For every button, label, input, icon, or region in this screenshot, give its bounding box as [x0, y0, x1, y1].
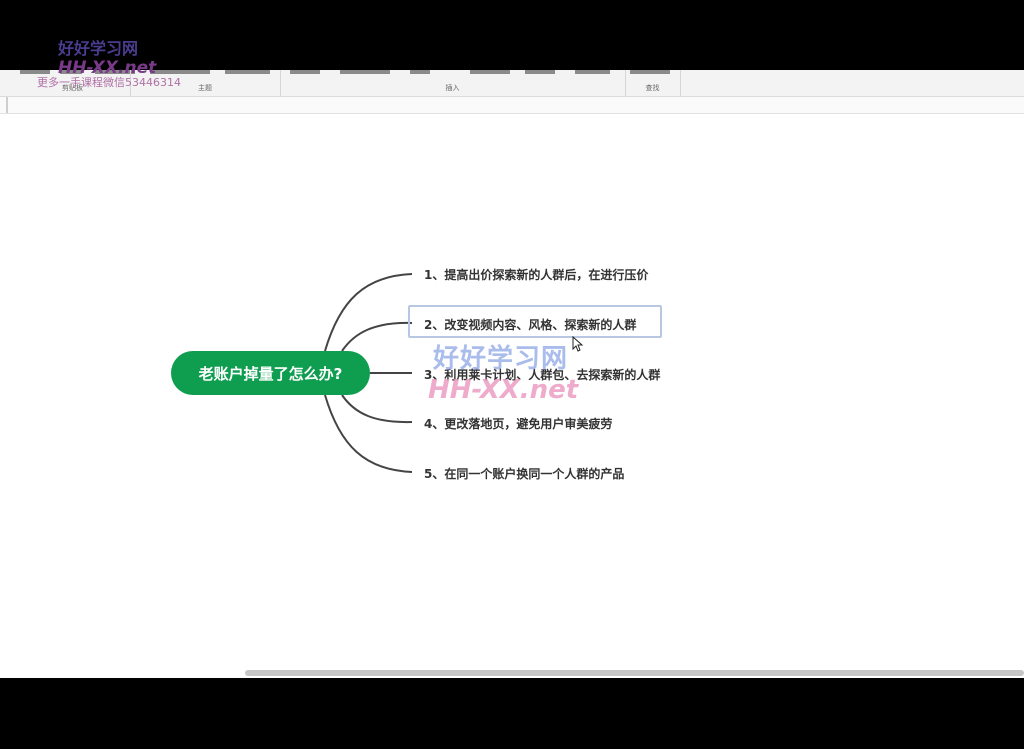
root-topic[interactable]: 老账户掉量了怎么办? [171, 351, 370, 395]
branch-topic-2[interactable]: 2、改变视频内容、风格、探索新的人群 [424, 316, 636, 333]
watermark-center: 好好学习网 HH-XX.net [428, 338, 578, 405]
connector-branch-1 [324, 273, 413, 352]
connector-branch-5 [324, 394, 413, 473]
mouse-pointer-icon [572, 336, 584, 352]
branch-topic-4[interactable]: 4、更改落地页，避免用户审美疲劳 [424, 415, 612, 432]
connector-branch-2 [341, 321, 413, 352]
watermark-center-cn: 好好学习网 [433, 344, 569, 374]
branch-topic-5[interactable]: 5、在同一个账户换同一个人群的产品 [424, 465, 624, 482]
watermark-site-cn: 好好学习网 [58, 39, 139, 58]
connector-branch-4 [341, 394, 413, 424]
watermark-promo: 更多一手课程微信53446314 [37, 76, 181, 89]
watermark-center-en: HH-XX.net [428, 375, 579, 405]
watermark-top: 好好学习网 HH-XX.net [58, 35, 156, 77]
branch-topic-1[interactable]: 1、提高出价探索新的人群后，在进行压价 [424, 266, 648, 283]
